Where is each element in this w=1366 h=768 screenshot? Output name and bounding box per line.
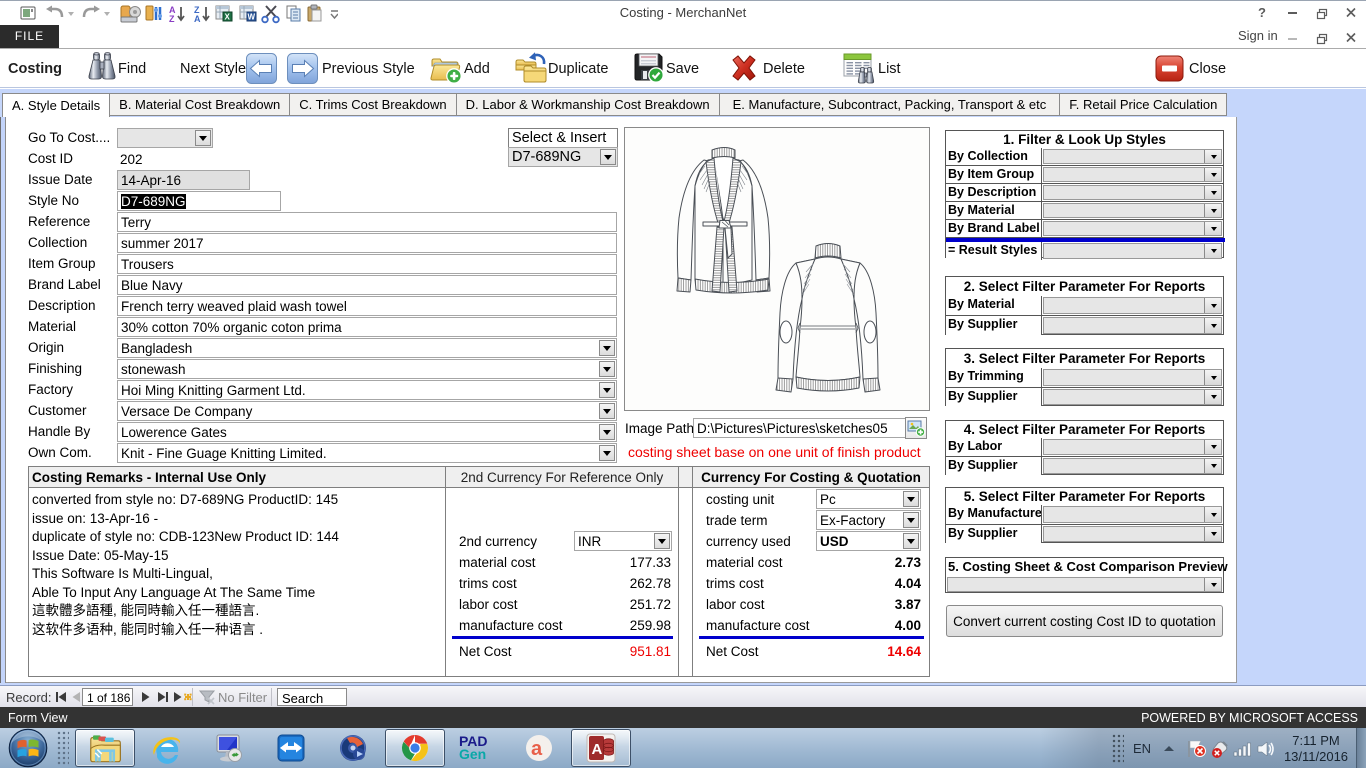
svg-text:A: A <box>592 741 603 758</box>
svg-text:?: ? <box>1258 5 1266 20</box>
svg-text:a: a <box>531 738 543 760</box>
